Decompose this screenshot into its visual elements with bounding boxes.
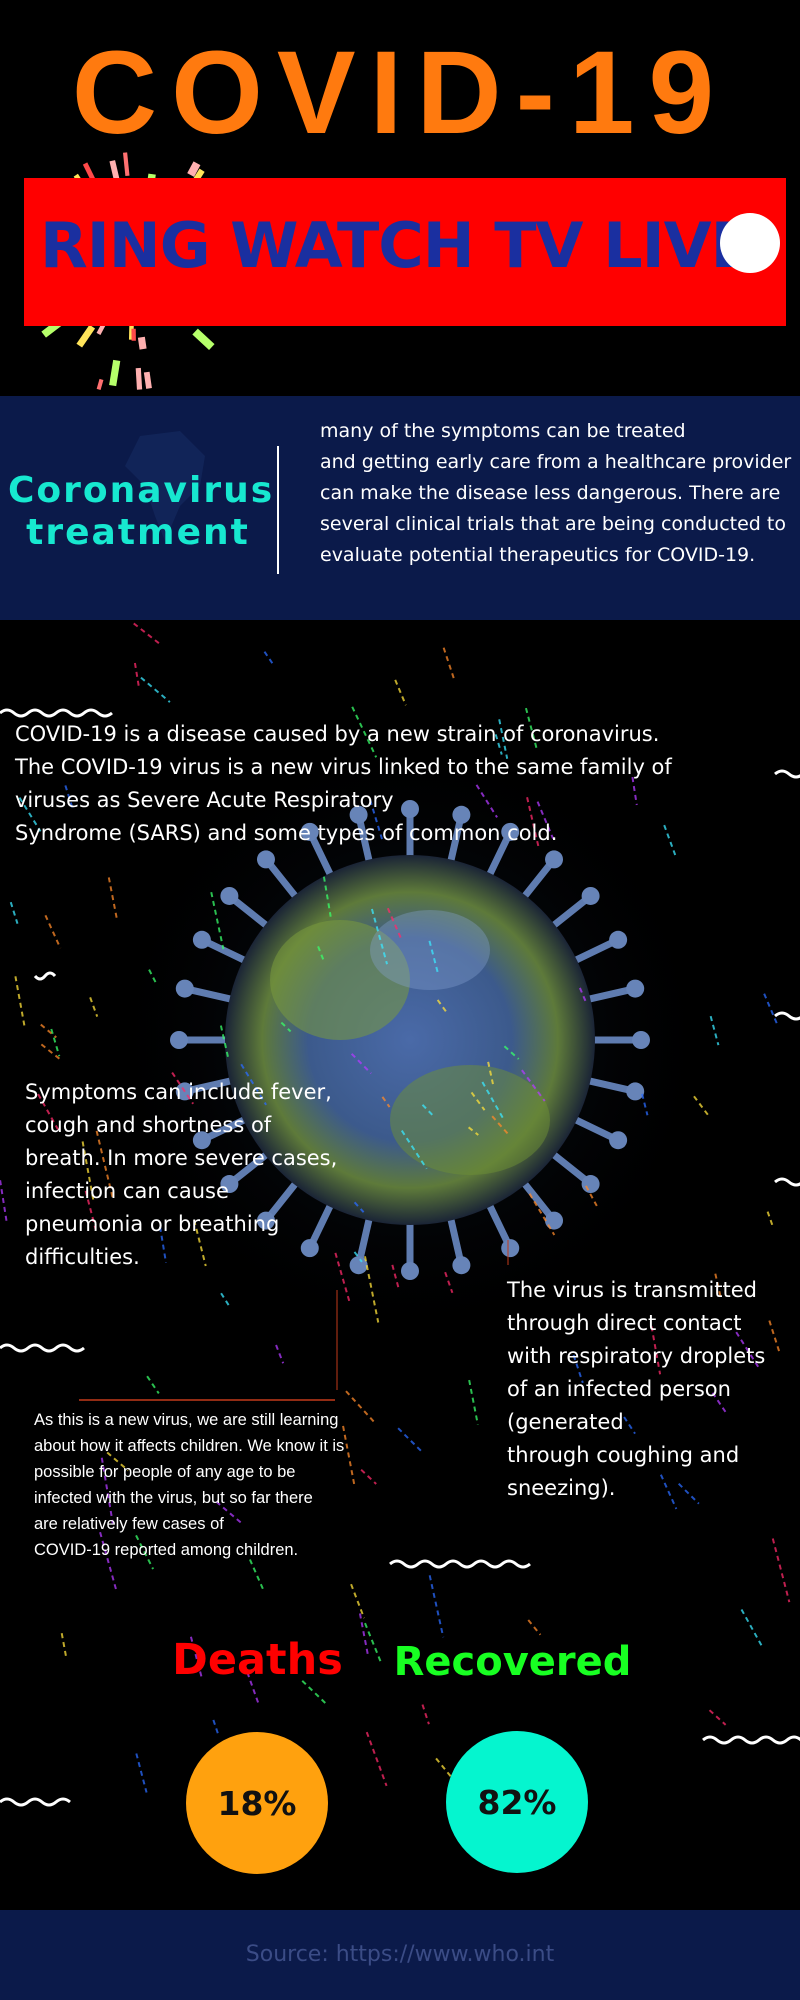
wave-decoration bbox=[33, 971, 57, 981]
wave-decoration bbox=[0, 708, 113, 718]
text-line: possible for people of any age to be bbox=[34, 1463, 296, 1481]
wave-decoration bbox=[774, 1011, 800, 1021]
page-title: COVID-19 bbox=[71, 27, 729, 159]
treatment-text: many of the symptoms can be treated and … bbox=[320, 416, 800, 571]
text-line: infected with the virus, but so far ther… bbox=[34, 1489, 313, 1507]
intro-text: COVID-19 is a disease caused by a new st… bbox=[15, 718, 735, 850]
text-line: pneumonia or breathing bbox=[25, 1212, 280, 1236]
source-text: Source: https://www.who.int bbox=[245, 1942, 555, 1967]
text-line: can make the disease less dangerous. The… bbox=[320, 482, 781, 504]
live-dot-icon bbox=[720, 213, 780, 273]
transmission-text: The virus is transmitted through direct … bbox=[507, 1274, 777, 1505]
symptoms-text: Symptoms can include fever, cough and sh… bbox=[25, 1076, 365, 1274]
text-line: As this is a new virus, we are still lea… bbox=[34, 1411, 339, 1429]
deaths-value: 18% bbox=[217, 1783, 297, 1823]
divider bbox=[277, 446, 279, 574]
text-line: through coughing and bbox=[507, 1443, 740, 1467]
treatment-title-line: treatment bbox=[26, 512, 250, 553]
text-line: The COVID-19 virus is a new virus linked… bbox=[15, 755, 672, 779]
text-line: of an infected person bbox=[507, 1377, 731, 1401]
text-line: and getting early care from a healthcare… bbox=[320, 451, 792, 473]
wave-decoration bbox=[0, 1797, 71, 1807]
banner-title: RING WATCH TV LIVE bbox=[40, 209, 753, 282]
text-line: evaluate potential therapeutics for COVI… bbox=[320, 544, 756, 566]
text-line: (generated bbox=[507, 1410, 624, 1434]
text-line: through direct contact bbox=[507, 1311, 742, 1335]
text-line: difficulties. bbox=[25, 1245, 140, 1269]
text-line: about how it affects children. We know i… bbox=[34, 1437, 345, 1455]
children-text: As this is a new virus, we are still lea… bbox=[34, 1407, 394, 1563]
text-line: COVID-19 reported among children. bbox=[34, 1541, 299, 1559]
text-line: cough and shortness of bbox=[25, 1113, 272, 1137]
wave-decoration bbox=[702, 1735, 800, 1745]
text-line: many of the symptoms can be treated bbox=[320, 420, 686, 442]
text-line: several clinical trials that are being c… bbox=[320, 513, 786, 535]
recovered-label: Recovered bbox=[393, 1639, 632, 1685]
text-line: infection can cause bbox=[25, 1179, 229, 1203]
wave-decoration bbox=[774, 769, 800, 779]
recovered-stat-circle: 82% bbox=[446, 1731, 588, 1873]
recovered-value: 82% bbox=[477, 1782, 557, 1822]
text-line: COVID-19 is a disease caused by a new st… bbox=[15, 722, 660, 746]
text-line: The virus is transmitted bbox=[507, 1278, 758, 1302]
treatment-title: Coronavirus treatment bbox=[8, 470, 275, 554]
text-line: with respiratory droplets bbox=[507, 1344, 766, 1368]
deaths-label: Deaths bbox=[172, 1635, 343, 1685]
text-line: Syndrome (SARS) and some types of common… bbox=[15, 821, 558, 845]
wave-decoration bbox=[389, 1559, 531, 1569]
text-line: sneezing). bbox=[507, 1476, 616, 1500]
text-line: Symptoms can include fever, bbox=[25, 1080, 332, 1104]
deaths-stat-circle: 18% bbox=[186, 1732, 328, 1874]
text-line: breath. In more severe cases, bbox=[25, 1146, 338, 1170]
text-line: are relatively few cases of bbox=[34, 1515, 224, 1533]
wave-decoration bbox=[774, 1177, 800, 1187]
text-line: viruses as Severe Acute Respiratory bbox=[15, 788, 394, 812]
wave-decoration bbox=[0, 1343, 85, 1353]
treatment-title-line: Coronavirus bbox=[8, 470, 275, 511]
